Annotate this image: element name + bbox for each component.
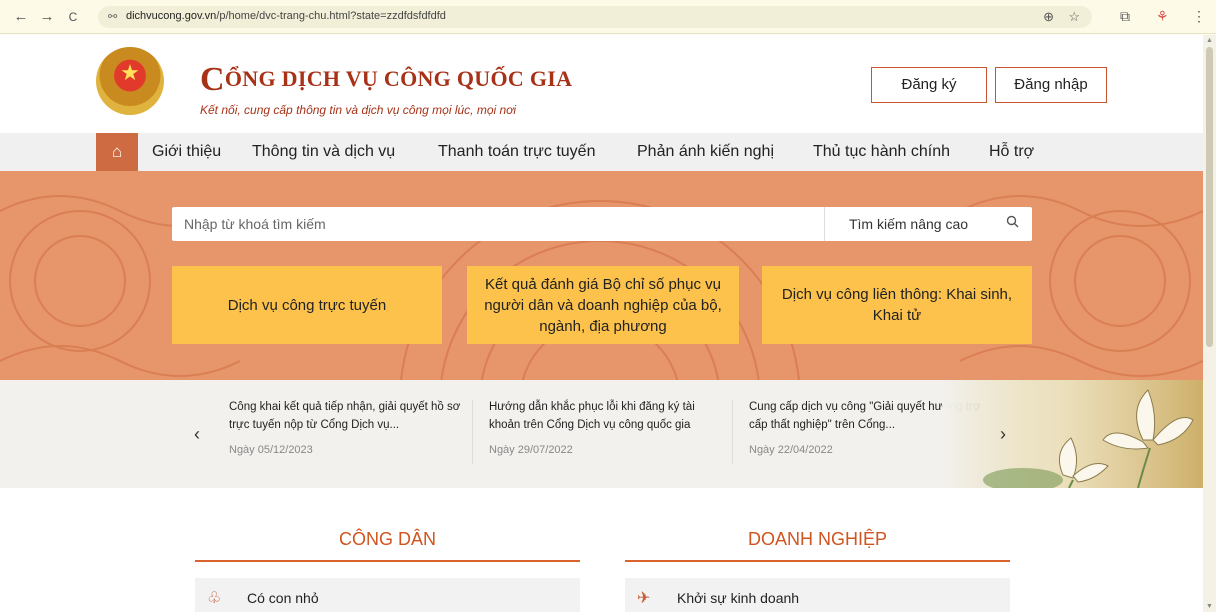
section-divider	[625, 560, 1010, 562]
browser-toolbar: ← → C ⚯ dichvucong.gov.vn/p/home/dvc-tra…	[0, 0, 1216, 34]
news-item[interactable]: Công khai kết quả tiếp nhận, giải quyết …	[229, 398, 461, 456]
register-button[interactable]: Đăng ký	[871, 67, 987, 103]
menu-item-procedures[interactable]: Thủ tục hành chính	[813, 143, 950, 161]
extensions-icon[interactable]: ⧉	[1120, 8, 1130, 25]
advanced-search-button[interactable]: Tìm kiếm nâng cao	[824, 207, 992, 241]
news-date: Ngày 05/12/2023	[229, 444, 313, 456]
url-text[interactable]: dichvucong.gov.vn/p/home/dvc-trang-chu.h…	[126, 10, 446, 22]
home-icon[interactable]: ⌂	[96, 133, 138, 171]
reload-button[interactable]: C	[64, 8, 82, 26]
portal-tagline: Kết nối, cung cấp thông tin và dịch vụ c…	[200, 103, 517, 117]
news-title[interactable]: Công khai kết quả tiếp nhận, giải quyết …	[229, 398, 461, 434]
rocket-icon: ✈	[637, 590, 651, 607]
menu-item-support[interactable]: Hỗ trợ	[989, 143, 1034, 161]
baby-icon: ♧	[207, 590, 222, 607]
news-divider	[472, 400, 473, 464]
main-menu: ⌂ Giới thiệu Thông tin và dịch vụ Thanh …	[0, 133, 1203, 171]
citizen-item-children[interactable]: ♧ Có con nhỏ	[195, 578, 580, 612]
page-scrollbar[interactable]: ▲ ▼	[1203, 35, 1216, 612]
menu-item-info-services[interactable]: Thông tin và dịch vụ	[252, 143, 395, 161]
hero-banner: Tìm kiếm nâng cao Dịch vụ công trực tuyế…	[0, 171, 1203, 380]
business-item-label: Khởi sự kinh doanh	[677, 590, 800, 606]
site-header: ★ CỔNG DỊCH VỤ CÔNG QUỐC GIA Kết nối, cu…	[0, 35, 1203, 133]
news-divider	[732, 400, 733, 464]
search-input[interactable]	[172, 207, 820, 241]
linked-services-button[interactable]: Dịch vụ công liên thông: Khai sinh, Khai…	[762, 266, 1032, 344]
news-carousel: ‹ Công khai kết quả tiếp nhận, giải quyế…	[0, 380, 1203, 488]
evaluation-results-button[interactable]: Kết quả đánh giá Bộ chỉ số phục vụ người…	[467, 266, 739, 344]
news-item[interactable]: Hướng dẫn khắc phục lỗi khi đăng ký tài …	[489, 398, 721, 456]
section-divider	[195, 560, 580, 562]
page-content: ★ CỔNG DỊCH VỤ CÔNG QUỐC GIA Kết nối, cu…	[0, 35, 1203, 612]
lotus-decoration-image	[943, 380, 1203, 488]
scroll-down-icon[interactable]: ▼	[1206, 603, 1213, 610]
news-title[interactable]: Hướng dẫn khắc phục lỗi khi đăng ký tài …	[489, 398, 721, 434]
zoom-icon[interactable]: ⊕	[1043, 9, 1054, 25]
business-item-startup[interactable]: ✈ Khởi sự kinh doanh	[625, 578, 1010, 612]
back-button[interactable]: ←	[12, 8, 30, 26]
bookmark-star-icon[interactable]: ☆	[1068, 9, 1080, 25]
citizen-item-label: Có con nhỏ	[247, 590, 319, 606]
carousel-next-icon[interactable]: ›	[1000, 424, 1006, 445]
section-title-citizen: CÔNG DÂN	[338, 529, 436, 549]
news-date: Ngày 29/07/2022	[489, 444, 573, 456]
search-icon[interactable]	[992, 207, 1032, 241]
menu-item-about[interactable]: Giới thiệu	[152, 143, 221, 161]
emblem-star-icon: ★	[120, 60, 140, 85]
section-title-business: DOANH NGHIỆP	[747, 529, 888, 549]
menu-item-feedback[interactable]: Phản ánh kiến nghị	[637, 143, 774, 161]
scroll-up-icon[interactable]: ▲	[1206, 37, 1213, 44]
portal-title[interactable]: CỔNG DỊCH VỤ CÔNG QUỐC GIA	[200, 57, 572, 98]
online-services-button[interactable]: Dịch vụ công trực tuyến	[172, 266, 442, 344]
login-button[interactable]: Đăng nhập	[995, 67, 1107, 103]
national-emblem-logo[interactable]: ★	[96, 47, 164, 115]
address-bar[interactable]: ⚯ dichvucong.gov.vn/p/home/dvc-trang-chu…	[98, 6, 1092, 28]
search-bar: Tìm kiếm nâng cao	[172, 207, 1032, 241]
menu-kebab-icon[interactable]: ⋮	[1192, 8, 1206, 25]
carousel-prev-icon[interactable]: ‹	[194, 424, 200, 445]
profile-icon[interactable]: ⚘	[1156, 8, 1169, 25]
scrollbar-thumb[interactable]	[1206, 47, 1213, 347]
menu-item-online-payment[interactable]: Thanh toán trực tuyến	[438, 143, 595, 161]
site-info-icon[interactable]: ⚯	[108, 10, 117, 23]
forward-button[interactable]: →	[38, 8, 56, 26]
